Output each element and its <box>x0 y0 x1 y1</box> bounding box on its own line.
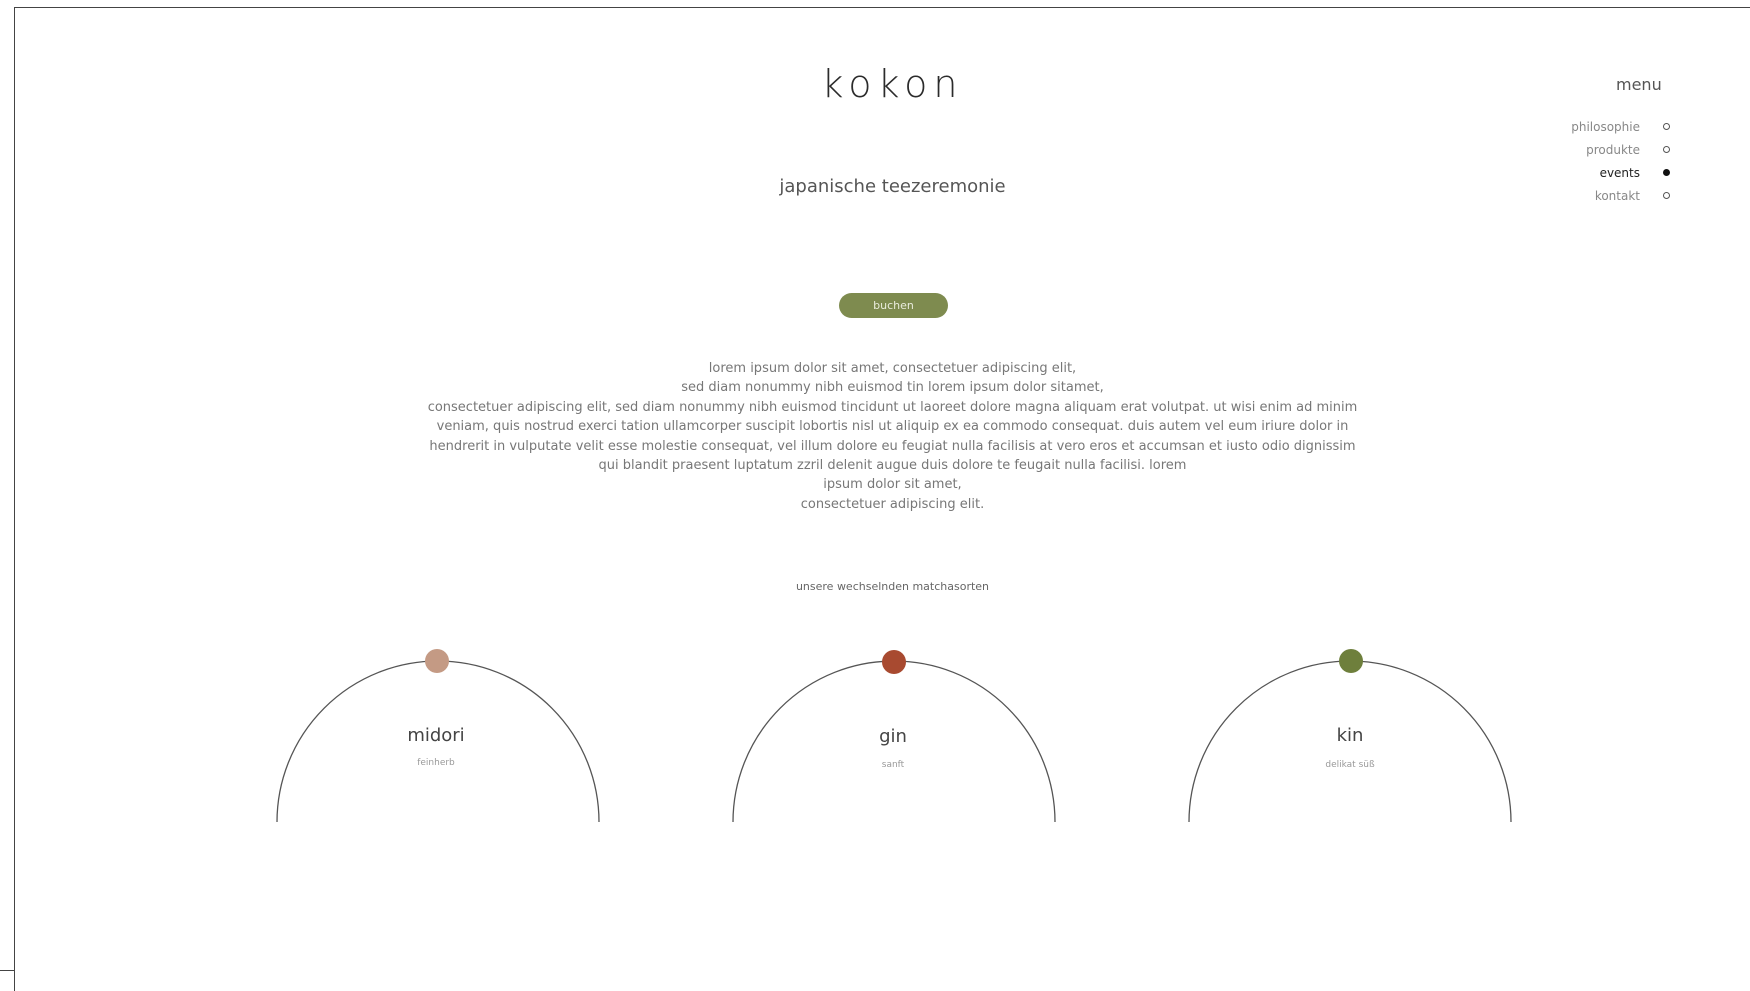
variety-note-gin: sanft <box>881 760 905 770</box>
midori-color-dot[interactable] <box>425 649 449 673</box>
intro-line: hendrerit in vulputate velit esse molest… <box>429 438 1356 454</box>
intro-line: qui blandit praesent luptatum zzril dele… <box>598 458 1187 474</box>
side-nav: philosophie produkte events kontakt <box>1530 120 1680 212</box>
variety-name-kin[interactable]: kin <box>1250 725 1450 746</box>
nav-dot-icon <box>1663 123 1670 130</box>
intro-line: consectetuer adipiscing elit. <box>800 496 985 512</box>
frame-corner-tick <box>0 970 14 971</box>
intro-line: ipsum dolor sit amet, <box>823 477 962 493</box>
nav-item-events[interactable]: events <box>1530 166 1680 189</box>
variety-note-midori: feinherb <box>417 758 455 768</box>
intro-text: lorem ipsum dolor sit amet, consectetuer… <box>400 359 1385 514</box>
nav-item-produkte[interactable]: produkte <box>1530 143 1680 166</box>
intro-line: lorem ipsum dolor sit amet, consectetuer… <box>708 361 1077 376</box>
gin-color-dot[interactable] <box>882 650 906 674</box>
book-button[interactable]: buchen <box>839 293 948 318</box>
nav-item-label: kontakt <box>1594 189 1640 203</box>
nav-item-label: events <box>1599 166 1640 180</box>
variety-name-midori[interactable]: midori <box>336 725 536 746</box>
variety-name-gin[interactable]: gin <box>793 726 993 747</box>
nav-dot-icon <box>1663 192 1670 199</box>
intro-line: consectetuer adipiscing elit, sed diam n… <box>427 399 1358 415</box>
intro-line: sed diam nonummy nibh euismod tin lorem … <box>681 380 1104 396</box>
nav-item-kontakt[interactable]: kontakt <box>1530 189 1680 212</box>
nav-item-label: produkte <box>1586 143 1640 157</box>
nav-dot-active-icon <box>1663 169 1670 176</box>
nav-item-label: philosophie <box>1571 120 1640 134</box>
variety-note-kin: delikat süß <box>1325 760 1375 770</box>
matcha-section-label: unsere wechselnden matchasorten <box>795 580 990 593</box>
nav-item-philosophie[interactable]: philosophie <box>1530 120 1680 143</box>
nav-dot-icon <box>1663 146 1670 153</box>
page-subtitle: japanische teezeremonie <box>779 176 1006 197</box>
intro-line: veniam, quis nostrud exerci tation ullam… <box>436 419 1349 435</box>
menu-toggle[interactable]: menu <box>1616 75 1662 94</box>
kin-color-dot[interactable] <box>1339 649 1363 673</box>
site-logo[interactable]: kokon <box>0 62 1750 106</box>
